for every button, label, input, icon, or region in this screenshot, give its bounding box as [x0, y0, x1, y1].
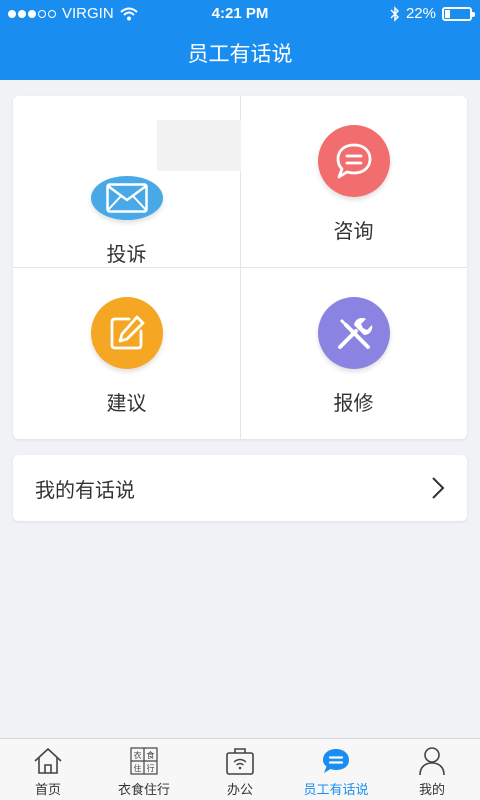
top-bar: VIRGIN 4:21 PM 22% 员工有话说	[0, 0, 480, 80]
tab-living[interactable]: 衣 食 住 行 衣食住行	[96, 739, 192, 800]
briefcase-wifi-icon	[226, 748, 254, 775]
suggest-button[interactable]: 建议	[13, 268, 240, 439]
bottom-tab-bar: 首页 衣 食 住 行 衣食住行 办公 员工有话说 我的	[0, 738, 480, 800]
person-icon	[419, 747, 445, 776]
repair-label: 报修	[333, 393, 374, 415]
home-icon	[34, 747, 62, 774]
complaint-button[interactable]: 投诉	[13, 96, 241, 267]
grid-char-1: 衣	[134, 750, 142, 760]
complaint-label: 投诉	[106, 244, 147, 266]
suggest-icon-circle	[90, 297, 163, 369]
edit-icon	[110, 315, 144, 350]
page-title: 员工有话说	[187, 43, 293, 66]
grid-icon: 衣 食 住 行	[130, 747, 158, 775]
status-bar: VIRGIN 4:21 PM 22%	[0, 0, 480, 28]
mail-icon	[105, 183, 148, 213]
battery-percent: 22%	[405, 5, 436, 22]
my-feedback-label: 我的有话说	[35, 479, 135, 502]
tab-feedback-label: 员工有话说	[303, 782, 369, 797]
grid-char-3: 住	[134, 763, 142, 773]
tab-mine-label: 我的	[418, 782, 445, 797]
tab-home-label: 首页	[34, 782, 61, 797]
battery-icon	[442, 6, 475, 21]
feedback-grid: 投诉 咨询 建议 报修	[13, 96, 467, 439]
chat-bubble-icon	[323, 749, 349, 773]
tab-home[interactable]: 首页	[0, 739, 96, 800]
consult-label: 咨询	[333, 221, 374, 243]
tab-office[interactable]: 办公	[192, 739, 288, 800]
grid-char-4: 行	[147, 763, 155, 773]
consult-icon-circle	[317, 125, 390, 197]
status-right: 22%	[390, 5, 475, 22]
tools-icon	[337, 317, 372, 349]
bluetooth-icon	[390, 5, 400, 22]
tab-office-label: 办公	[226, 782, 253, 797]
icon-backdrop	[156, 120, 241, 172]
repair-icon-circle	[317, 297, 390, 369]
suggest-label: 建议	[106, 393, 147, 415]
tab-feedback[interactable]: 员工有话说	[288, 739, 384, 800]
repair-button[interactable]: 报修	[240, 268, 467, 439]
grid-char-2: 食	[147, 750, 155, 760]
tab-living-label: 衣食住行	[117, 782, 170, 797]
complaint-icon-circle	[90, 176, 163, 220]
consult-button[interactable]: 咨询	[240, 96, 467, 267]
tab-mine[interactable]: 我的	[384, 739, 480, 800]
chat-bubble-icon	[336, 143, 371, 179]
my-feedback-row[interactable]: 我的有话说	[13, 455, 467, 521]
chevron-right-icon	[432, 477, 445, 499]
